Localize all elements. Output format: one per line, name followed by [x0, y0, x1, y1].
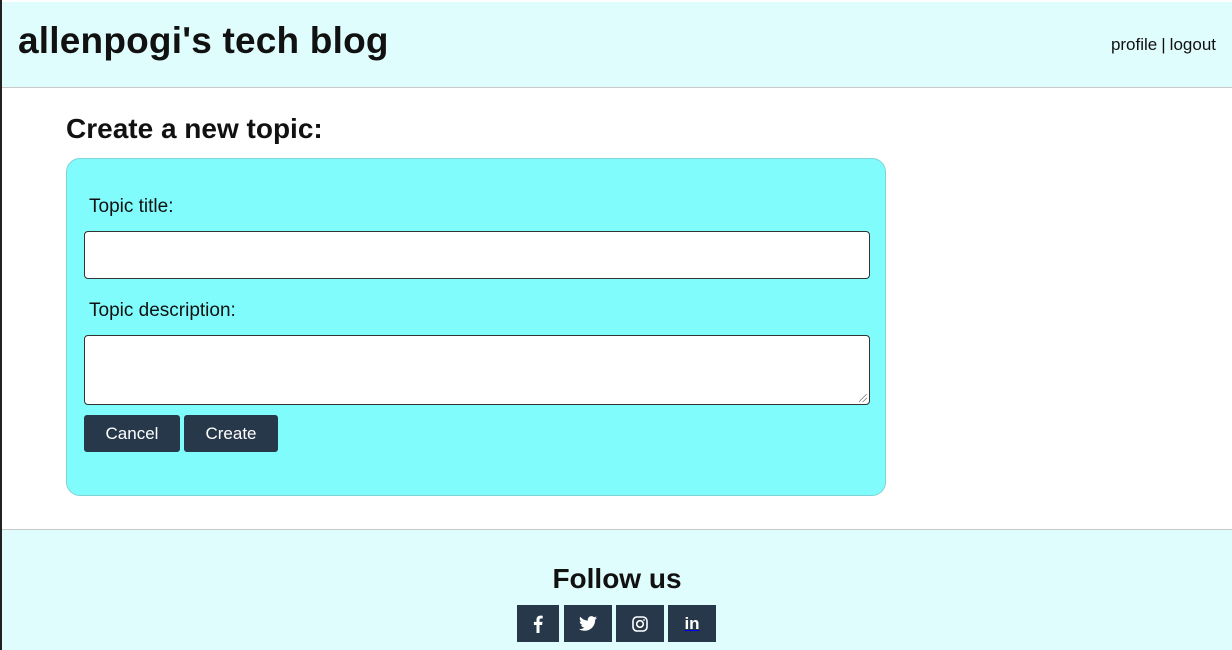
user-nav: profile | logout: [1111, 35, 1216, 55]
linkedin-button[interactable]: in: [668, 605, 716, 642]
instagram-button[interactable]: [616, 605, 664, 642]
facebook-icon: [533, 615, 543, 633]
twitter-icon: [579, 616, 597, 631]
site-header: allenpogi's tech blog profile | logout: [2, 2, 1232, 88]
create-button[interactable]: Create: [184, 415, 278, 452]
site-title[interactable]: allenpogi's tech blog: [18, 20, 389, 62]
logout-link[interactable]: logout: [1170, 35, 1216, 54]
resize-handle[interactable]: [859, 394, 867, 402]
twitter-button[interactable]: [564, 605, 612, 642]
topic-title-input[interactable]: [84, 231, 870, 279]
nav-separator: |: [1161, 35, 1166, 54]
instagram-icon: [632, 615, 648, 632]
linkedin-icon: in: [684, 613, 700, 633]
facebook-button[interactable]: [517, 605, 559, 642]
new-topic-form: Topic title: Topic description: Cancel C…: [66, 158, 886, 496]
cancel-button[interactable]: Cancel: [84, 415, 180, 452]
follow-us-heading: Follow us: [552, 563, 682, 594]
topic-description-textarea[interactable]: [84, 335, 870, 405]
page-title: Create a new topic:: [66, 113, 323, 144]
topic-description-label: Topic description:: [89, 300, 236, 321]
profile-link[interactable]: profile: [1111, 35, 1157, 54]
site-footer: Follow us in: [2, 529, 1232, 650]
topic-title-label: Topic title:: [89, 196, 174, 217]
